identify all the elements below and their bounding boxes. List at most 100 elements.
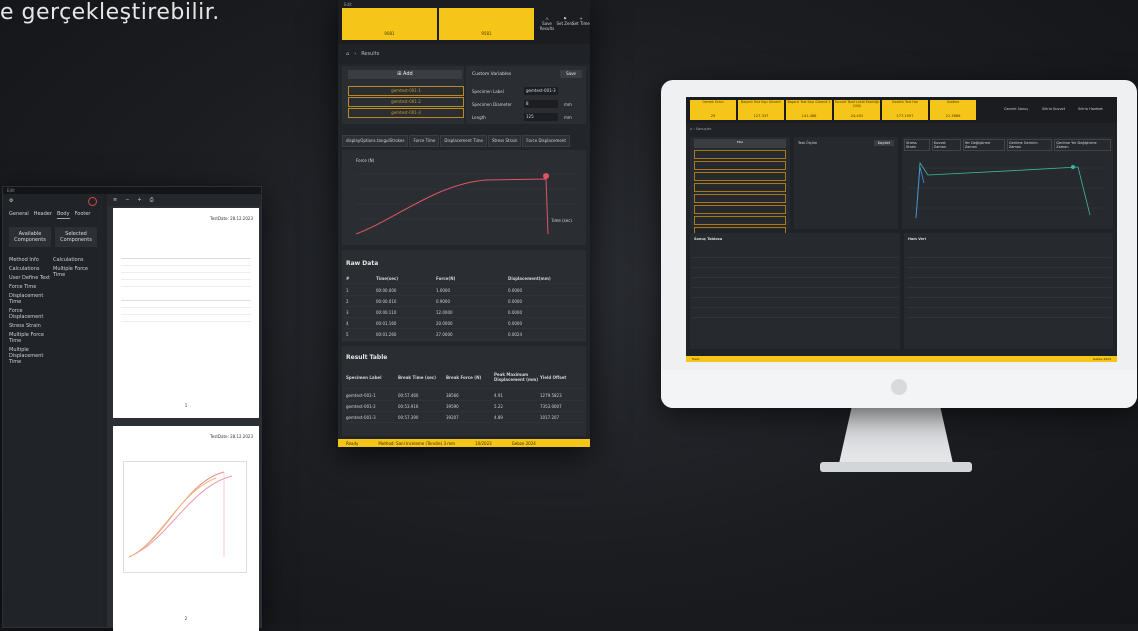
- save-button[interactable]: Kaydet: [873, 140, 894, 146]
- length-input[interactable]: 125: [524, 113, 558, 121]
- form-row: Length 125 mm: [472, 113, 572, 121]
- table-row[interactable]: [692, 299, 898, 308]
- list-item[interactable]: Method Info: [9, 255, 53, 264]
- specimen-item[interactable]: [694, 205, 786, 214]
- available-list: Method Info Calculations User Define Tex…: [9, 255, 53, 366]
- table-row[interactable]: [906, 309, 1111, 318]
- table-row[interactable]: gemtest-001-3 00:57.390 39207 4.89 1017.207: [342, 412, 586, 423]
- specimen-item[interactable]: gemtest-001-2: [348, 97, 464, 107]
- tab-displacement-time[interactable]: Displacement Time: [440, 135, 487, 147]
- chart-tabs: displayOptions.tangulStrokes Force Time …: [342, 135, 586, 147]
- table-row[interactable]: [906, 269, 1111, 278]
- table-row[interactable]: gemtest-001-2 00:53.916 39590 5.22 7353.0007: [342, 401, 586, 412]
- table-row[interactable]: 1 00:00.000 1.0000 0.0000: [342, 285, 586, 296]
- specimen-item[interactable]: [694, 161, 786, 170]
- stat-tile: Sıcaklık Test Hızı 177.1597: [882, 100, 928, 120]
- list-item[interactable]: Stress Strain: [9, 321, 53, 330]
- set-time-button[interactable]: + Set Time: [572, 16, 590, 26]
- list-item[interactable]: Multiple Force Time: [9, 330, 53, 345]
- list-item[interactable]: User Define Text: [9, 273, 53, 282]
- table-row[interactable]: [906, 259, 1111, 268]
- preview-toolbar: ≡ − + ⎙: [107, 194, 261, 206]
- table-row[interactable]: 5 00:01.260 27.0000 0.0024: [342, 329, 586, 340]
- add-button[interactable]: ⊞ Add: [348, 70, 462, 79]
- list-item[interactable]: Displacement Time: [9, 291, 53, 306]
- list-item[interactable]: Calculations: [9, 264, 53, 273]
- specimen-item[interactable]: [694, 150, 786, 159]
- specimen-item[interactable]: [694, 194, 786, 203]
- table-row[interactable]: [692, 289, 898, 298]
- table-row[interactable]: [906, 279, 1111, 288]
- tab-footer[interactable]: Footer: [75, 210, 91, 219]
- table-row[interactable]: [692, 269, 898, 278]
- specimen-item[interactable]: gemtest-001-1: [348, 86, 464, 96]
- stat-tile: Başarılı Test Sayı Güvenli 127.337: [738, 100, 784, 120]
- save-button[interactable]: Save: [560, 70, 582, 78]
- tab-general[interactable]: General: [9, 210, 29, 219]
- save-results-button[interactable]: ⚠ Save Results: [538, 16, 556, 31]
- table-row[interactable]: [906, 289, 1111, 298]
- gevrek-button[interactable]: Gevrek Sonuç: [1004, 107, 1028, 111]
- home-icon[interactable]: ⌂: [346, 51, 349, 57]
- status-bar: Ready Method: Sanl Inceleme (Tensile) 3 …: [338, 439, 590, 447]
- specimen-item[interactable]: [694, 216, 786, 225]
- zero-motion-button[interactable]: Sıfırla Hareket: [1078, 107, 1103, 111]
- menu-icon[interactable]: ≡: [113, 197, 117, 203]
- status-method: Method: Sanl Inceleme (Tensile) 3 mm: [378, 440, 456, 446]
- peak-marker[interactable]: [1071, 165, 1075, 169]
- table-row[interactable]: [692, 259, 898, 268]
- specimen-item[interactable]: gemtest-001-3: [348, 108, 464, 118]
- table-row[interactable]: [906, 249, 1111, 258]
- page-table: [121, 300, 251, 322]
- panel-title: Test Ölçüm: [798, 141, 818, 145]
- table-row[interactable]: [692, 309, 898, 318]
- tab-force-time[interactable]: Force Time: [409, 135, 440, 147]
- tab-stress-strain[interactable]: Stress Strain: [487, 135, 522, 147]
- list-item[interactable]: Force Time: [9, 282, 53, 291]
- specimen-item[interactable]: [694, 172, 786, 181]
- tab-display-options[interactable]: displayOptions.tangulStrokes: [342, 135, 409, 147]
- diameter-input[interactable]: 8: [524, 100, 558, 108]
- specimen-item[interactable]: [694, 183, 786, 192]
- tab[interactable]: Kuvvet Zaman: [931, 139, 961, 151]
- tab[interactable]: Yer Değiştirme Zaman: [962, 139, 1005, 151]
- unit-select[interactable]: mm: [564, 102, 572, 107]
- tab-force-displacement[interactable]: Force Displacement: [522, 135, 570, 147]
- results-window: Edit 9081 9581 ⚠ Save Results ⚑ Set Zero +…: [338, 0, 590, 447]
- breadcrumb-item[interactable]: Results: [361, 51, 379, 57]
- table-header: # Time(sec) Force(N) Displacement(mm): [342, 273, 586, 284]
- stat-value: 9581: [481, 31, 492, 36]
- tab-header[interactable]: Header: [34, 210, 52, 219]
- table-row[interactable]: [906, 299, 1111, 308]
- list-item[interactable]: Calculations: [53, 255, 97, 264]
- stress-strain-chart: [908, 161, 1104, 219]
- table-row[interactable]: 3 00:00.110 12.0000 0.0000: [342, 307, 586, 318]
- monitor-base: [820, 462, 972, 472]
- logo-icon: [891, 379, 907, 395]
- tab[interactable]: Gerilme Yer Değiştirme Zaman: [1054, 139, 1111, 151]
- tab-body[interactable]: Body: [56, 210, 70, 219]
- table-row[interactable]: [692, 249, 898, 258]
- table-row[interactable]: 4 00:01.160 20.0000 0.0000: [342, 318, 586, 329]
- zoom-in-icon[interactable]: +: [137, 197, 141, 203]
- table-row[interactable]: 2 00:00.010 0.9000 0.0000: [342, 296, 586, 307]
- unit-select[interactable]: mm: [564, 115, 572, 120]
- tab[interactable]: Gerilme Gerinim Zaman: [1006, 139, 1053, 151]
- table-row[interactable]: [692, 279, 898, 288]
- list-item[interactable]: Force Displacement: [9, 306, 53, 321]
- zoom-out-icon[interactable]: −: [125, 197, 129, 203]
- gear-icon[interactable]: ⚙: [9, 198, 13, 204]
- monitor-chin: [661, 370, 1137, 408]
- tab[interactable]: Stress Strain: [904, 139, 930, 151]
- add-button[interactable]: Ekle: [694, 139, 786, 148]
- zero-force-button[interactable]: Sıfırla Kuvvet: [1042, 107, 1065, 111]
- list-item[interactable]: Multiple Force Time: [53, 264, 97, 279]
- list-item[interactable]: Multiple Displacement Time: [9, 345, 53, 366]
- specimen-label-input[interactable]: gemtest-001-3: [524, 87, 558, 95]
- stat-tile: Kuvvet Taraf Limiti Eksikliği (100) 24.40…: [834, 100, 880, 120]
- close-icon[interactable]: [88, 196, 97, 206]
- peak-marker[interactable]: [543, 173, 549, 179]
- chart-tabs: Stress Strain Kuvvet Zaman Yer Değiştirm…: [902, 137, 1113, 153]
- table-row[interactable]: gemtest-001-1 00:57.460 38566 4.91 1279.5823: [342, 390, 586, 401]
- print-icon[interactable]: ⎙: [150, 197, 154, 203]
